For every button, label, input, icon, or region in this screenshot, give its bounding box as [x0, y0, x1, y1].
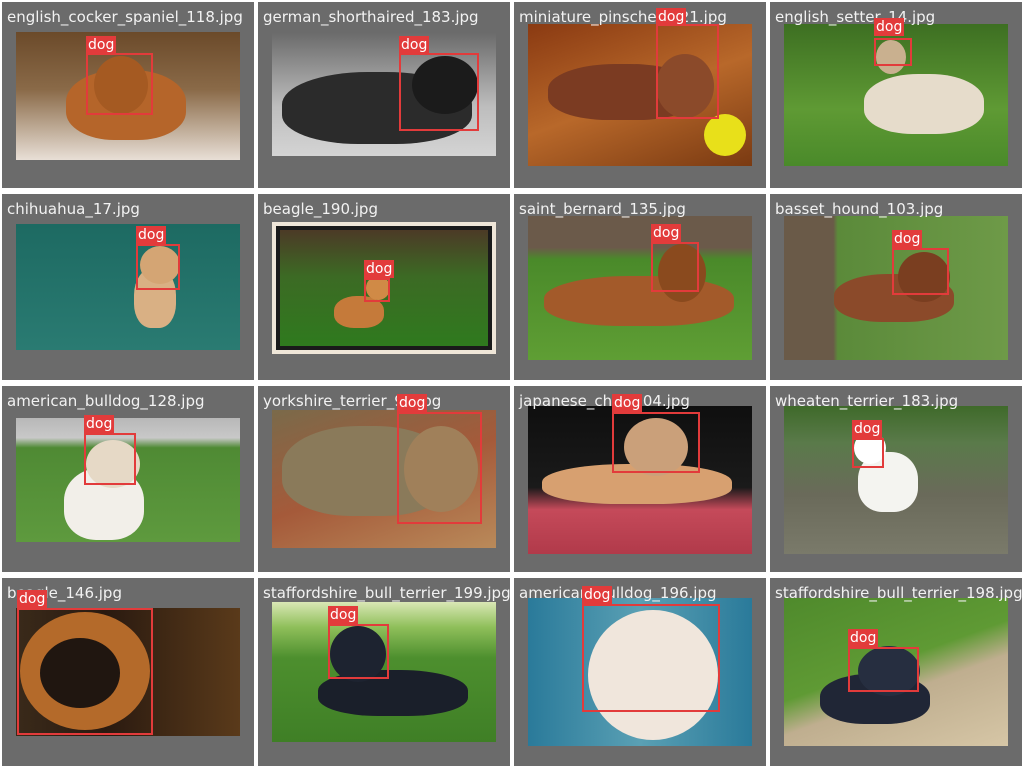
bounding-box: [399, 53, 479, 131]
bounding-box: [656, 24, 719, 119]
grid-tile[interactable]: german_shorthaired_183.jpg dog: [258, 2, 510, 188]
class-label: dog: [364, 260, 395, 278]
class-label: dog: [136, 226, 167, 244]
grid-tile[interactable]: basset_hound_103.jpg dog: [770, 194, 1022, 380]
class-label: dog: [656, 8, 687, 26]
bounding-box: [651, 242, 699, 292]
class-label: dog: [86, 36, 117, 54]
bounding-box: [397, 412, 482, 524]
file-name: chihuahua_17.jpg: [7, 200, 140, 218]
bounding-box: [892, 248, 949, 295]
bounding-box: [136, 244, 180, 290]
bounding-box: [84, 433, 136, 485]
grid-tile[interactable]: english_cocker_spaniel_118.jpg dog: [2, 2, 254, 188]
grid-tile[interactable]: saint_bernard_135.jpg dog: [514, 194, 766, 380]
file-name: wheaten_terrier_183.jpg: [775, 392, 959, 410]
grid-tile[interactable]: wheaten_terrier_183.jpg dog: [770, 386, 1022, 572]
detection-grid: english_cocker_spaniel_118.jpg dog germa…: [0, 0, 1024, 768]
file-name: german_shorthaired_183.jpg: [263, 8, 479, 26]
class-label: dog: [852, 420, 883, 438]
bounding-box: [612, 412, 700, 473]
class-label: dog: [892, 230, 923, 248]
grid-tile[interactable]: american_bulldog_196.jpg dog: [514, 578, 766, 766]
grid-tile[interactable]: english_setter_14.jpg dog: [770, 2, 1022, 188]
bounding-box: [874, 38, 912, 66]
class-label: dog: [612, 394, 643, 412]
bounding-box: [582, 604, 720, 712]
grid-tile[interactable]: japanese_chin_104.jpg dog: [514, 386, 766, 572]
grid-tile[interactable]: chihuahua_17.jpg dog: [2, 194, 254, 380]
grid-tile[interactable]: beagle_146.jpg dog: [2, 578, 254, 766]
class-label: dog: [328, 606, 359, 624]
bounding-box: [848, 647, 919, 692]
file-name: staffordshire_bull_terrier_198.jpg: [775, 584, 1022, 602]
grid-tile[interactable]: yorkshire_terrier_93.jpg dog: [258, 386, 510, 572]
grid-tile[interactable]: american_bulldog_128.jpg dog: [2, 386, 254, 572]
grid-tile[interactable]: staffordshire_bull_terrier_198.jpg dog: [770, 578, 1022, 766]
class-label: dog: [399, 36, 430, 54]
grid-tile[interactable]: miniature_pinscher_121.jpg dog: [514, 2, 766, 188]
grid-tile[interactable]: beagle_190.jpg dog: [258, 194, 510, 380]
file-name: english_cocker_spaniel_118.jpg: [7, 8, 243, 26]
class-label: dog: [874, 18, 905, 36]
bounding-box: [364, 278, 390, 302]
bounding-box: [852, 438, 884, 468]
class-label: dog: [397, 394, 428, 412]
class-label: dog: [582, 586, 613, 604]
dog-photo: [16, 224, 240, 350]
dog-photo: [784, 406, 1008, 554]
class-label: dog: [17, 590, 48, 608]
bounding-box: [86, 53, 153, 115]
file-name: japanese_chin_104.jpg: [519, 392, 690, 410]
file-name: american_bulldog_196.jpg: [519, 584, 717, 602]
file-name: english_setter_14.jpg: [775, 8, 936, 26]
class-label: dog: [848, 629, 879, 647]
bounding-box: [328, 624, 389, 679]
file-name: basset_hound_103.jpg: [775, 200, 944, 218]
class-label: dog: [84, 415, 115, 433]
bounding-box: [17, 608, 153, 735]
dog-photo: [528, 216, 752, 360]
file-name: beagle_190.jpg: [263, 200, 378, 218]
file-name: american_bulldog_128.jpg: [7, 392, 205, 410]
class-label: dog: [651, 224, 682, 242]
file-name: staffordshire_bull_terrier_199.jpg: [263, 584, 510, 602]
grid-tile[interactable]: staffordshire_bull_terrier_199.jpg dog: [258, 578, 510, 766]
file-name: saint_bernard_135.jpg: [519, 200, 686, 218]
